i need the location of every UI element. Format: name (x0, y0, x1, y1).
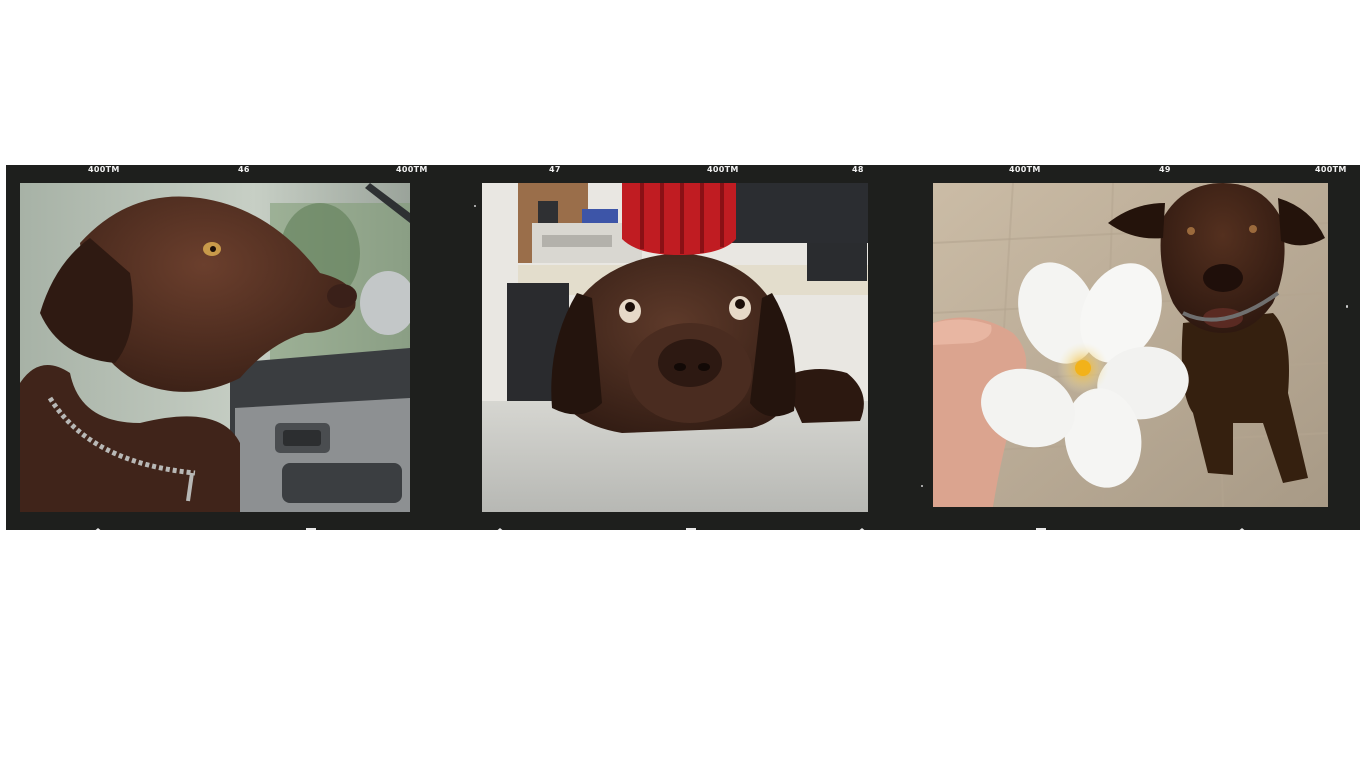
dust-speck (1346, 305, 1348, 308)
photo-frame-dog-with-flower (933, 183, 1328, 507)
film-edge-mark (306, 528, 316, 530)
film-edge-mark (856, 528, 868, 530)
film-edge-mark (1036, 528, 1046, 530)
dust-speck (474, 205, 476, 207)
frame-number-label: 47 (549, 165, 561, 174)
film-code-label: 400TM (707, 165, 739, 174)
film-edge-mark (1236, 528, 1248, 530)
film-edge-mark (494, 528, 506, 530)
film-strip: 400TM 46 400TM 47 400TM 48 400TM 49 400T… (6, 165, 1360, 530)
film-code-label: 400TM (396, 165, 428, 174)
dust-speck (921, 485, 923, 487)
frame-number-label: 49 (1159, 165, 1171, 174)
frame-number-label: 46 (238, 165, 250, 174)
photo-frame-dog-in-car (20, 183, 410, 512)
film-edge-mark (92, 528, 104, 530)
film-code-label: 400TM (1009, 165, 1041, 174)
film-code-label: 400TM (1315, 165, 1347, 174)
frame-number-label: 48 (852, 165, 864, 174)
film-edge-mark (686, 528, 696, 530)
photo-frame-dog-with-toy (482, 183, 868, 512)
film-code-label: 400TM (88, 165, 120, 174)
